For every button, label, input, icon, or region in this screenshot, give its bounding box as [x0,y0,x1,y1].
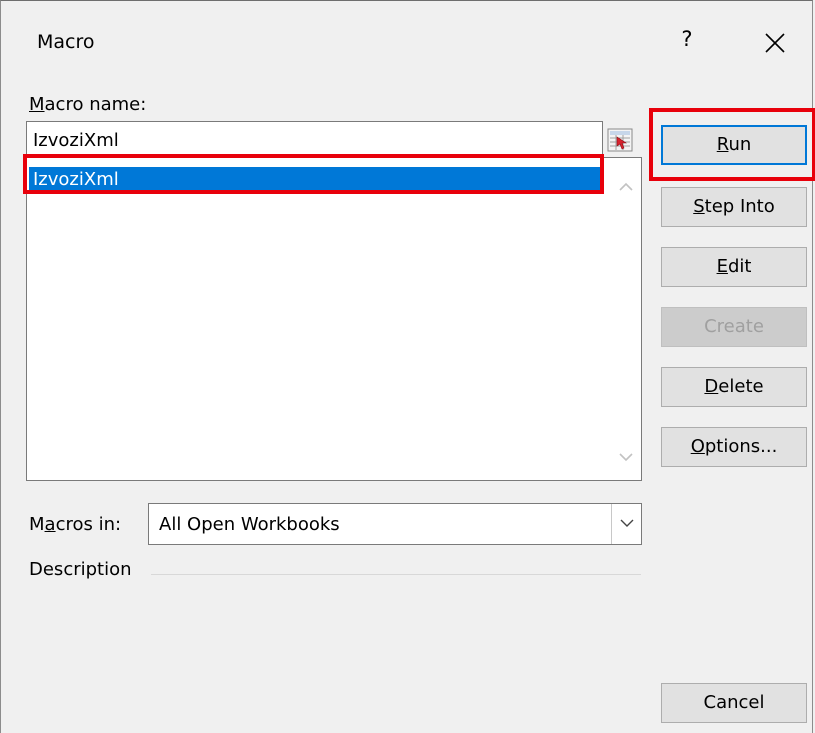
description-divider [151,574,641,575]
macro-list-item[interactable]: IzvoziXml [29,167,602,194]
chevron-down-icon [620,519,634,527]
macro-name-label: Macro name: [29,94,147,115]
macro-dialog: Macro ? Macro name: IzvoziXml IzvoziXml [0,0,815,733]
macros-in-selected-value: All Open Workbooks [159,514,340,535]
help-button[interactable]: ? [673,27,701,51]
macros-in-label: Macros in: [29,514,122,535]
macro-name-input[interactable]: IzvoziXml [26,121,603,157]
description-label: Description [29,559,132,580]
title-bar: Macro ? [1,1,814,81]
dropdown-arrow[interactable] [611,504,641,544]
dialog-title: Macro [37,31,95,53]
run-button[interactable]: Run [661,125,807,165]
delete-button[interactable]: Delete [661,367,807,407]
close-button[interactable] [753,21,799,65]
macro-list[interactable]: IzvoziXml [26,157,642,481]
close-icon [765,33,785,53]
scroll-up-arrow-icon[interactable] [617,178,635,192]
collapse-dialog-icon[interactable] [607,128,633,152]
options-button[interactable]: Options... [661,427,807,467]
create-button: Create [661,307,807,347]
macros-in-dropdown[interactable]: All Open Workbooks [148,503,642,545]
edit-button[interactable]: Edit [661,247,807,287]
scroll-down-arrow-icon[interactable] [617,448,635,462]
cancel-button[interactable]: Cancel [661,683,807,723]
step-into-button[interactable]: Step Into [661,187,807,227]
